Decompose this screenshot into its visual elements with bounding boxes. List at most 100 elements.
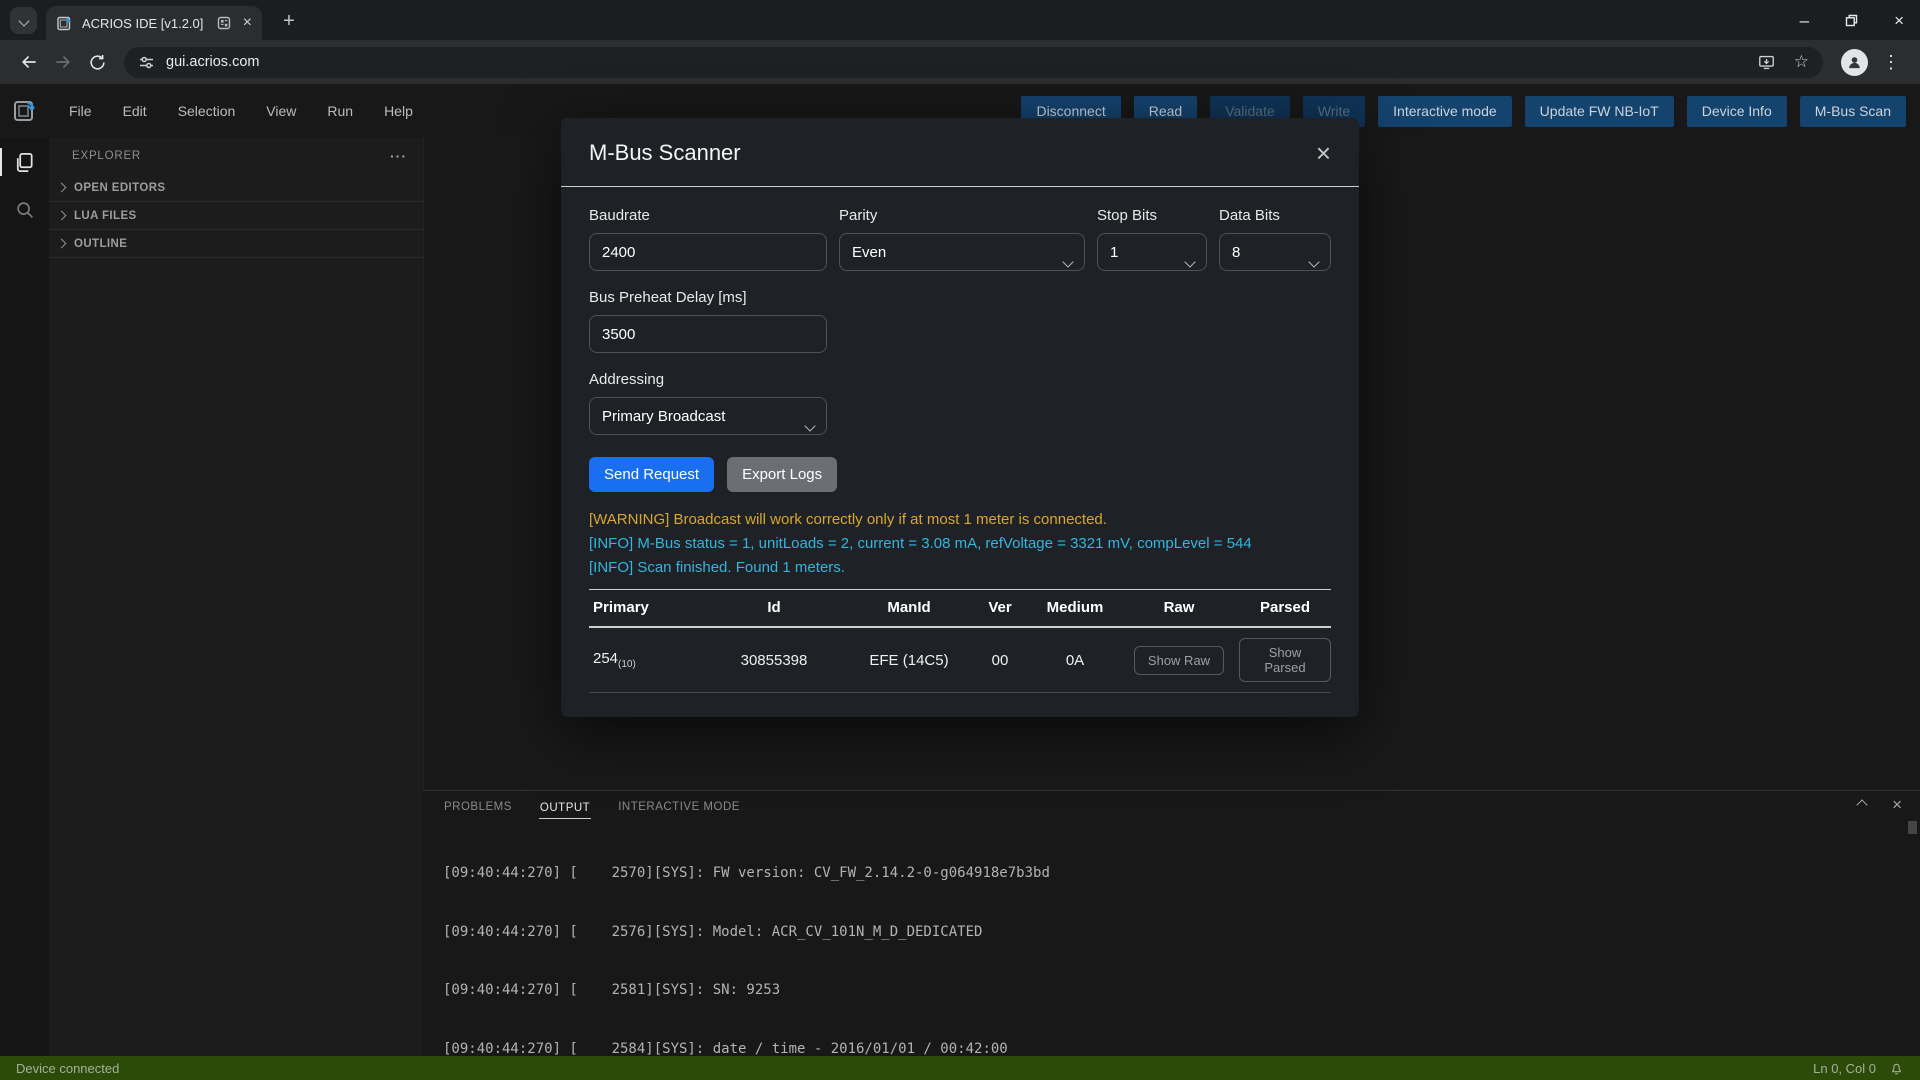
data-bits-label: Data Bits [1219, 207, 1280, 224]
table-header-raw: Raw [1163, 599, 1195, 616]
table-header-medium: Medium [1046, 599, 1104, 616]
stop-bits-field-group: Stop Bits 1 [1097, 207, 1207, 271]
sidebar-section-lua-files[interactable]: LUA FILES [49, 202, 423, 230]
install-app-icon[interactable] [1757, 53, 1776, 72]
section-label: OPEN EDITORS [74, 181, 166, 194]
menubar-item-help[interactable]: Help [384, 103, 413, 119]
back-button[interactable] [12, 45, 46, 79]
bus-preheat-field-group: Bus Preheat Delay [ms] [589, 289, 827, 353]
bus-preheat-input[interactable] [589, 315, 827, 353]
panel-close-button[interactable]: × [1892, 796, 1902, 813]
panel-tab-interactive-mode[interactable]: INTERACTIVE MODE [617, 795, 741, 819]
search-icon [14, 199, 36, 221]
url-text: gui.acrios.com [166, 54, 260, 70]
browser-tab-strip: ACRIOS IDE [v1.2.0] × + – × [0, 0, 1920, 40]
toolbar-button-device-info[interactable]: Device Info [1686, 95, 1787, 127]
status-bar: Device connected Ln 0, Col 0 [0, 1056, 1920, 1080]
dialog-body: Baudrate Parity Even Stop Bits [561, 187, 1359, 717]
activity-search-button[interactable] [0, 186, 49, 234]
cursor-position[interactable]: Ln 0, Col 0 [1813, 1061, 1876, 1076]
new-tab-button[interactable]: + [276, 8, 302, 34]
window-controls: – × [1800, 0, 1904, 40]
cell-medium: 0A [1065, 651, 1085, 669]
addressing-select[interactable]: Primary Broadcast [589, 397, 827, 435]
browser-tab[interactable]: ACRIOS IDE [v1.2.0] × [46, 6, 262, 40]
chevron-right-icon [56, 210, 67, 221]
log-line: [09:40:44:270] [ 2570][SYS]: FW version:… [443, 865, 1050, 881]
bottom-panel: PROBLEMS OUTPUT INTERACTIVE MODE × [09:4… [423, 790, 1920, 1056]
addressing-label: Addressing [589, 371, 665, 388]
sidebar-section-outline[interactable]: OUTLINE [49, 230, 423, 258]
panel-tab-problems[interactable]: PROBLEMS [443, 795, 513, 819]
profile-avatar[interactable] [1841, 48, 1868, 76]
explorer-sidebar: EXPLORER ··· OPEN EDITORS LUA FILES OUTL… [49, 138, 423, 1056]
toolbar-button-interactive-mode[interactable]: Interactive mode [1378, 95, 1512, 127]
app-logo [12, 97, 39, 126]
section-label: OUTLINE [74, 237, 128, 250]
tab-close-icon[interactable]: × [243, 15, 252, 31]
panel-tab-output[interactable]: OUTPUT [538, 796, 592, 819]
baudrate-input[interactable] [589, 233, 827, 271]
output-log[interactable]: [09:40:44:270] [ 2570][SYS]: FW version:… [443, 825, 1904, 1056]
window-close-icon[interactable]: × [1894, 12, 1904, 29]
window-minimize-icon[interactable]: – [1800, 12, 1809, 29]
more-actions-icon[interactable]: ··· [390, 148, 407, 164]
browser-toolbar: gui.acrios.com ☆ ⋮ [0, 40, 1920, 84]
cell-ver: 00 [991, 651, 1009, 669]
bell-icon[interactable] [1889, 1061, 1904, 1076]
stop-bits-select[interactable]: 1 [1097, 233, 1207, 271]
baudrate-label: Baudrate [589, 207, 650, 224]
menubar-item-view[interactable]: View [266, 103, 296, 119]
connection-status: Device connected [16, 1060, 120, 1076]
scan-messages: [WARNING] Broadcast will work correctly … [589, 508, 1331, 580]
info-message: [INFO] Scan finished. Found 1 meters. [589, 559, 845, 576]
window-restore-icon[interactable] [1845, 14, 1858, 27]
show-raw-button[interactable]: Show Raw [1133, 645, 1225, 675]
tab-title: ACRIOS IDE [v1.2.0] [82, 15, 204, 31]
chevron-right-icon [56, 182, 67, 193]
activity-bar [0, 138, 49, 1056]
toolbar-button-update-fw-nbiot[interactable]: Update FW NB-IoT [1524, 95, 1674, 127]
tab-grid-icon[interactable] [217, 16, 231, 30]
sidebar-section-open-editors[interactable]: OPEN EDITORS [49, 174, 423, 202]
export-logs-button[interactable]: Export Logs [727, 457, 838, 492]
files-icon [13, 151, 36, 174]
table-header-row: Primary Id ManId Ver Medium Raw Parsed [589, 590, 1331, 628]
parity-select[interactable]: Even [839, 233, 1085, 271]
activity-explorer-button[interactable] [0, 138, 49, 186]
warning-message: [WARNING] Broadcast will work correctly … [589, 511, 1107, 528]
panel-scrollbar[interactable] [1908, 821, 1917, 834]
dialog-close-icon[interactable]: × [1316, 140, 1331, 166]
data-bits-field-group: Data Bits 8 [1219, 207, 1331, 271]
send-request-button[interactable]: Send Request [589, 457, 715, 492]
reload-button[interactable] [80, 45, 114, 79]
parity-label: Parity [839, 207, 878, 224]
forward-button[interactable] [46, 45, 80, 79]
table-header-primary: Primary [593, 599, 649, 616]
show-parsed-button[interactable]: Show Parsed [1239, 638, 1331, 682]
address-bar[interactable]: gui.acrios.com ☆ [124, 46, 1823, 78]
scan-results-table: Primary Id ManId Ver Medium Raw Parsed 2… [589, 589, 1331, 693]
menubar-item-file[interactable]: File [69, 103, 92, 119]
menubar-item-edit[interactable]: Edit [123, 103, 147, 119]
table-row: 254(10) 30855398 EFE (14C5) 00 0A Show R… [589, 628, 1331, 693]
section-label: LUA FILES [74, 209, 137, 222]
browser-menu-icon[interactable]: ⋮ [1882, 52, 1900, 73]
chevron-down-icon [17, 14, 30, 27]
panel-maximize-button[interactable] [1856, 799, 1868, 811]
toolbar-button-mbus-scan[interactable]: M-Bus Scan [1799, 95, 1906, 127]
acrios-favicon [56, 15, 73, 32]
bus-preheat-label: Bus Preheat Delay [ms] [589, 289, 747, 306]
screen: ACRIOS IDE [v1.2.0] × + – × gui.acrios.c… [0, 0, 1920, 1080]
menubar: File Edit Selection View Run Help [69, 103, 413, 119]
menubar-item-run[interactable]: Run [327, 103, 353, 119]
baudrate-field-group: Baudrate [589, 207, 827, 271]
tab-search-button[interactable] [10, 7, 37, 34]
explorer-title: EXPLORER [72, 150, 142, 162]
dialog-actions: Send Request Export Logs [589, 457, 1331, 492]
site-settings-icon[interactable] [138, 54, 155, 71]
data-bits-select[interactable]: 8 [1219, 233, 1331, 271]
cell-manid: EFE (14C5) [869, 651, 949, 669]
menubar-item-selection[interactable]: Selection [178, 103, 236, 119]
bookmark-star-icon[interactable]: ☆ [1794, 52, 1809, 72]
